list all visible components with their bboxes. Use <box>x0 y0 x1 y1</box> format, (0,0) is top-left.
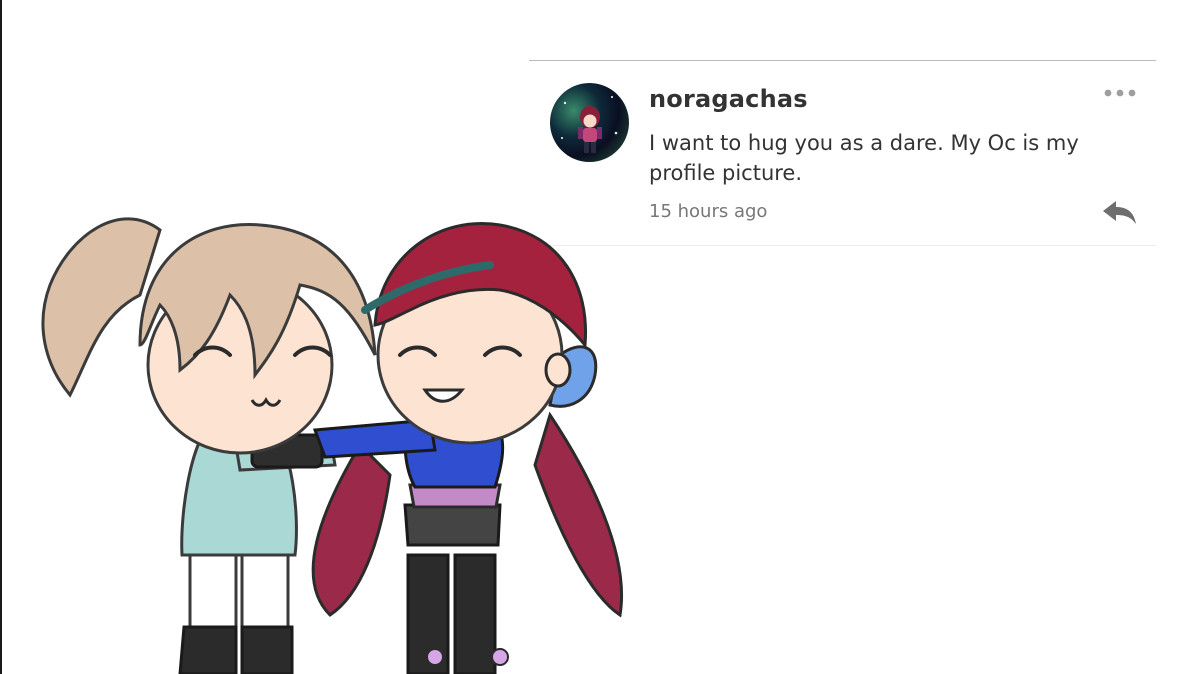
more-horizontal-icon[interactable] <box>1103 86 1137 100</box>
frame-edge <box>0 0 2 674</box>
reply-icon[interactable] <box>1101 199 1137 227</box>
comment-username[interactable]: noragachas <box>649 85 808 113</box>
avatar[interactable] <box>550 83 629 162</box>
comment-text: I want to hug you as a dare. My Oc is my… <box>649 131 1079 185</box>
hug-illustration <box>41 217 623 674</box>
avatar-image <box>561 96 618 153</box>
